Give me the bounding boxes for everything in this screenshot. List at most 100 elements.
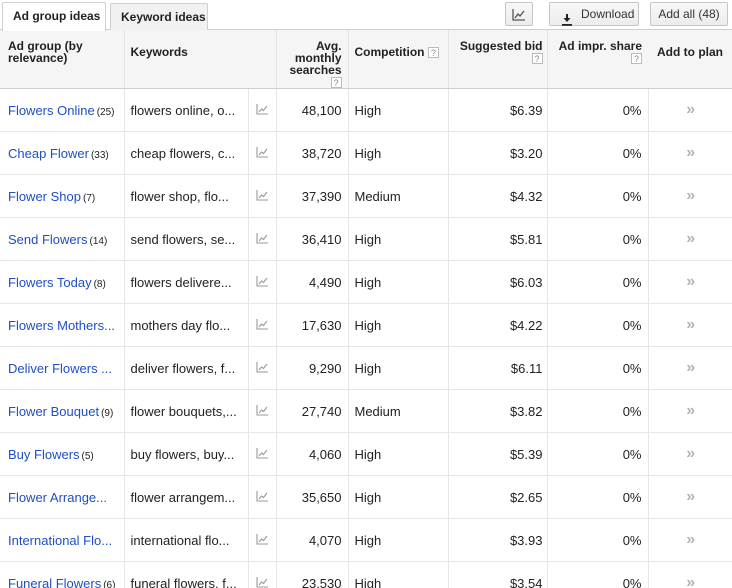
ad-group-keyword-count: (5) xyxy=(81,450,94,462)
top-toolbar: Ad group ideas Keyword ideas Download Ad… xyxy=(0,0,732,31)
competition-cell: Medium xyxy=(347,389,448,434)
header-ad-impr-share[interactable]: Ad impr. share ? xyxy=(546,30,648,90)
ad-group-link[interactable]: Flowers Today xyxy=(8,275,92,290)
line-chart-icon[interactable] xyxy=(255,361,269,376)
add-to-plan-cell: » xyxy=(647,174,732,219)
add-to-plan-icon[interactable]: » xyxy=(686,187,695,204)
suggested-bid-cell: $4.32 xyxy=(447,174,547,219)
line-chart-icon[interactable] xyxy=(255,404,269,419)
add-to-plan-cell: » xyxy=(647,131,732,176)
trend-cell xyxy=(247,88,276,133)
line-chart-icon[interactable] xyxy=(255,146,269,161)
avg-monthly-searches-cell: 4,060 xyxy=(275,432,348,477)
chart-view-button[interactable] xyxy=(505,2,533,26)
line-chart-icon[interactable] xyxy=(255,189,269,204)
line-chart-icon[interactable] xyxy=(255,533,269,548)
trend-cell xyxy=(247,432,276,477)
ad-group-cell: Flowers Mothers... xyxy=(0,303,124,348)
ad-impr-share-cell: 0% xyxy=(546,174,648,219)
ad-group-cell: Flower Shop (7) xyxy=(0,174,124,219)
help-icon[interactable]: ? xyxy=(330,77,342,89)
ad-impr-share-cell: 0% xyxy=(546,88,648,133)
line-chart-icon[interactable] xyxy=(255,447,269,462)
competition-cell: High xyxy=(347,475,448,520)
table-row: Flower Shop (7) flower shop, flo... 37,39… xyxy=(0,174,732,219)
help-icon[interactable]: ? xyxy=(531,53,543,65)
download-button[interactable]: Download xyxy=(549,2,639,27)
avg-monthly-searches-cell: 4,490 xyxy=(275,260,348,305)
add-to-plan-icon[interactable]: » xyxy=(686,316,695,333)
add-to-plan-icon[interactable]: » xyxy=(686,101,695,118)
add-to-plan-icon[interactable]: » xyxy=(686,359,695,376)
header-keywords[interactable]: Keywords xyxy=(123,30,248,90)
ad-group-keyword-count: (9) xyxy=(101,407,114,419)
ad-group-link[interactable]: Flower Bouquet xyxy=(8,404,99,419)
ad-group-link[interactable]: Cheap Flower xyxy=(8,146,89,161)
table-row: Cheap Flower (33) cheap flowers, c... 38,… xyxy=(0,131,732,176)
ad-group-keyword-count: (7) xyxy=(82,192,96,204)
ad-group-link[interactable]: Flower Arrange... xyxy=(8,490,107,505)
competition-cell: High xyxy=(347,303,448,348)
avg-monthly-searches-cell: 4,070 xyxy=(275,518,348,563)
keywords-cell: buy flowers, buy... xyxy=(123,432,248,477)
table-row: Flowers Online (25) flowers online, o... … xyxy=(0,88,732,133)
help-icon[interactable]: ? xyxy=(427,47,439,59)
ad-impr-share-cell: 0% xyxy=(546,518,648,563)
trend-cell xyxy=(247,131,276,176)
table-row: International Flo... international flo..… xyxy=(0,518,732,563)
ad-group-link[interactable]: Flower Shop xyxy=(8,189,81,204)
add-to-plan-icon[interactable]: » xyxy=(686,488,695,505)
keywords-cell: international flo... xyxy=(123,518,248,563)
keywords-cell: deliver flowers, f... xyxy=(123,346,248,391)
ad-group-link[interactable]: Funeral Flowers xyxy=(8,576,101,588)
add-to-plan-icon[interactable]: » xyxy=(686,402,695,419)
header-ad-group[interactable]: Ad group (by relevance) xyxy=(0,30,124,90)
add-to-plan-cell: » xyxy=(647,260,732,305)
ad-group-link[interactable]: Flowers Mothers... xyxy=(8,318,115,333)
add-to-plan-icon[interactable]: » xyxy=(686,531,695,548)
competition-cell: High xyxy=(347,432,448,477)
header-competition[interactable]: Competition ? xyxy=(347,30,448,90)
keywords-cell: flower shop, flo... xyxy=(123,174,248,219)
line-chart-icon[interactable] xyxy=(255,490,269,505)
add-to-plan-icon[interactable]: » xyxy=(686,273,695,290)
add-to-plan-icon[interactable]: » xyxy=(686,144,695,161)
ad-group-link[interactable]: Deliver Flowers ... xyxy=(8,361,112,376)
add-to-plan-icon[interactable]: » xyxy=(686,445,695,462)
ad-group-link[interactable]: Send Flowers xyxy=(8,232,87,247)
suggested-bid-cell: $2.65 xyxy=(447,475,547,520)
ad-impr-share-cell: 0% xyxy=(546,561,648,588)
ad-group-link[interactable]: Buy Flowers xyxy=(8,447,80,462)
avg-monthly-searches-cell: 38,720 xyxy=(275,131,348,176)
line-chart-icon[interactable] xyxy=(255,318,269,333)
trend-cell xyxy=(247,389,276,434)
suggested-bid-cell: $4.22 xyxy=(447,303,547,348)
keywords-cell: cheap flowers, c... xyxy=(123,131,248,176)
keywords-cell: mothers day flo... xyxy=(123,303,248,348)
suggested-bid-cell: $3.82 xyxy=(447,389,547,434)
add-to-plan-cell: » xyxy=(647,518,732,563)
add-all-button[interactable]: Add all (48) xyxy=(650,2,728,26)
line-chart-icon[interactable] xyxy=(255,232,269,247)
ad-group-link[interactable]: International Flo... xyxy=(8,533,112,548)
line-chart-icon[interactable] xyxy=(255,103,269,118)
add-to-plan-icon[interactable]: » xyxy=(686,574,695,588)
ad-impr-share-cell: 0% xyxy=(546,389,648,434)
ad-group-cell: Flower Bouquet (9) xyxy=(0,389,124,434)
ad-group-keyword-count: (25) xyxy=(96,106,115,118)
suggested-bid-cell: $5.81 xyxy=(447,217,547,262)
header-suggested-bid[interactable]: Suggested bid ? xyxy=(447,30,547,90)
ad-group-link[interactable]: Flowers Online xyxy=(8,103,95,118)
line-chart-icon[interactable] xyxy=(255,275,269,290)
ad-group-keyword-count: (6) xyxy=(103,579,116,588)
tab-ad-group-ideas[interactable]: Ad group ideas xyxy=(2,2,106,31)
table-row: Flower Bouquet (9) flower bouquets,... 27… xyxy=(0,389,732,434)
tab-keyword-ideas[interactable]: Keyword ideas xyxy=(110,3,208,30)
help-icon[interactable]: ? xyxy=(631,53,642,65)
competition-cell: High xyxy=(347,518,448,563)
add-to-plan-icon[interactable]: » xyxy=(686,230,695,247)
header-avg-monthly-searches[interactable]: Avg. monthly searches ? xyxy=(275,30,348,90)
ad-group-cell: Flowers Online (25) xyxy=(0,88,124,133)
keywords-cell: flowers online, o... xyxy=(123,88,248,133)
line-chart-icon[interactable] xyxy=(255,576,269,588)
